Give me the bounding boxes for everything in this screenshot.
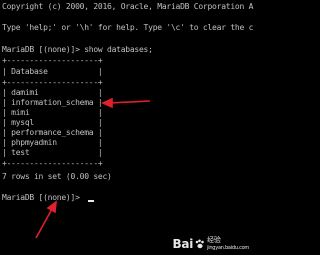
watermark-brand: Bai	[172, 237, 194, 251]
table-border-top: +--------------------+	[2, 56, 103, 65]
table-row: | mimi |	[2, 108, 103, 117]
table-row: | mysql |	[2, 118, 103, 127]
watermark-sub-bottom: jingyan.baidu.com	[207, 245, 249, 251]
watermark-sub-top: 经验	[207, 236, 221, 244]
help-line: Type 'help;' or '\h' for help. Type '\c'…	[2, 23, 254, 32]
table-border-bottom: +--------------------+	[2, 159, 103, 168]
text-cursor	[88, 200, 94, 202]
terminal-window[interactable]: Copyright (c) 2000, 2016, Oracle, MariaD…	[0, 0, 255, 255]
table-row: | phpmyadmin |	[2, 138, 103, 147]
table-row: | performance_schema |	[2, 128, 103, 137]
table-border-mid: +--------------------+	[2, 78, 103, 87]
table-row: | test |	[2, 148, 103, 157]
arrow-to-prompt	[35, 200, 57, 239]
baidu-watermark: Bai 经验 jingyan.baidu.com	[173, 236, 250, 252]
command-line: MariaDB [(none)]> show databases;	[2, 45, 153, 54]
paw-icon	[195, 239, 204, 249]
watermark-sub: 经验 jingyan.baidu.com	[207, 236, 249, 252]
result-line: 7 rows in set (0.00 sec)	[2, 172, 112, 181]
table-row: | damimi |	[2, 88, 103, 97]
table-row: | information_schema |	[2, 98, 103, 107]
table-header: | Database |	[2, 67, 103, 76]
prompt-line: MariaDB [(none)]>	[2, 193, 80, 202]
copyright-line: Copyright (c) 2000, 2016, Oracle, MariaD…	[2, 2, 254, 11]
arrow-to-information-schema	[101, 97, 151, 109]
